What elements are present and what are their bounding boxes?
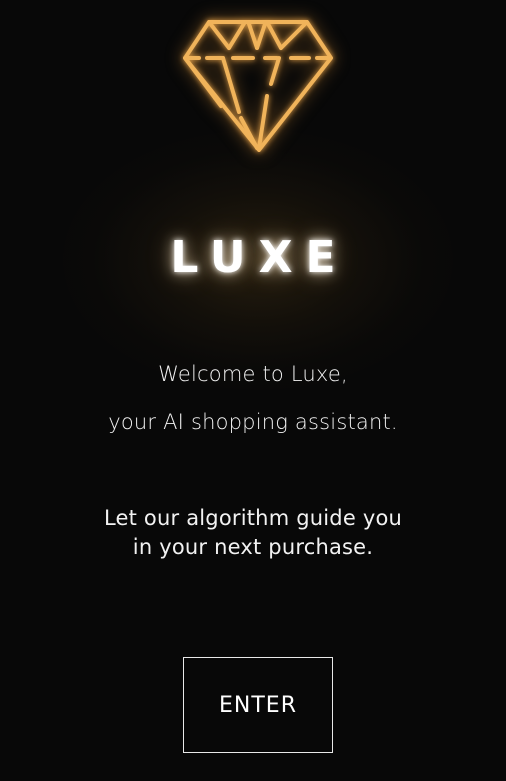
diamond-icon: [179, 14, 339, 158]
enter-button[interactable]: ENTER: [183, 657, 333, 753]
tagline-line-1: Let our algorithm guide you: [103, 506, 403, 530]
welcome-line-1: Welcome to Luxe,: [158, 362, 348, 386]
landing-screen: LUXE Welcome to Luxe, your AI shopping a…: [0, 0, 506, 781]
welcome-line-2: your AI shopping assistant.: [108, 410, 398, 434]
tagline-line-2: in your next purchase.: [132, 535, 374, 559]
brand-title: LUXE: [170, 232, 349, 283]
